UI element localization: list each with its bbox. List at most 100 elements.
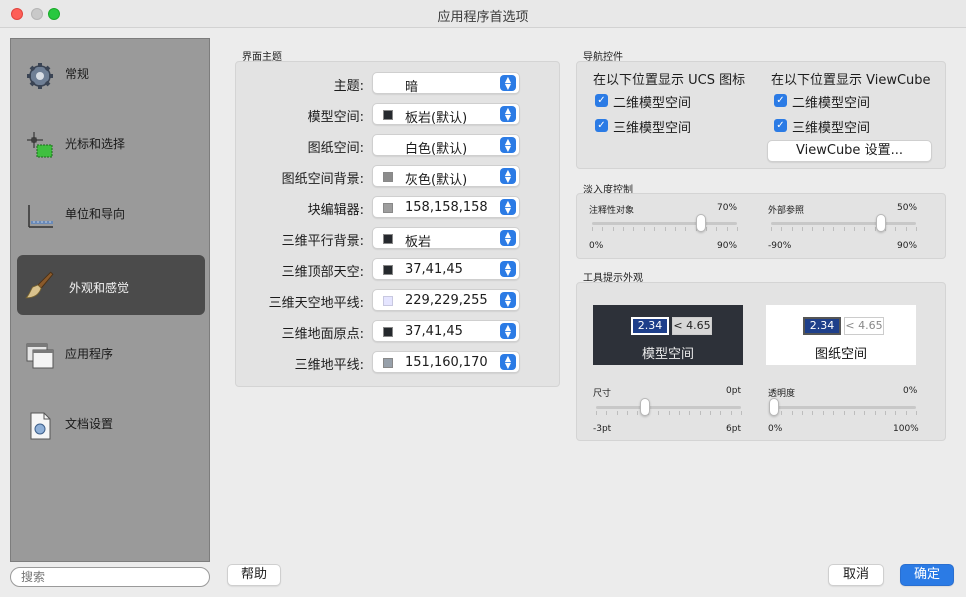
search-input[interactable] <box>10 567 210 587</box>
slider-tick <box>705 227 707 231</box>
window-title: 应用程序首选项 <box>437 10 529 25</box>
annotative-label: 注释性对象 <box>589 206 635 216</box>
slider-tick <box>678 411 680 415</box>
slider-tick <box>612 227 614 231</box>
3d-sky-horizon-dropdown[interactable]: 229,229,255 ▲ ▼ <box>372 289 520 311</box>
sidebar-item-application[interactable]: 应用程序 <box>17 325 205 385</box>
block-editor-dropdown[interactable]: 158,158,158 ▲ ▼ <box>372 196 520 218</box>
theme-dropdown[interactable]: 暗 ▲ ▼ <box>372 72 520 95</box>
3d-parallel-background-label: 三维平行背景: <box>281 234 364 249</box>
gear-icon <box>27 63 53 89</box>
viewcube-settings-button[interactable]: ViewCube 设置... <box>767 140 932 162</box>
slider-tick <box>812 227 814 231</box>
document-icon <box>30 412 51 440</box>
preview-value: 2.34 <box>803 317 841 335</box>
dropdown-value: 158,158,158 <box>405 200 488 215</box>
cancel-button[interactable]: 取消 <box>828 564 884 586</box>
paper-space-preview: 2.34 < 4.65 图纸空间 <box>766 305 916 365</box>
slider-tick <box>637 411 639 415</box>
slider-tick <box>802 411 804 415</box>
transparency-max: 100% <box>893 424 919 434</box>
size-max: 6pt <box>726 424 741 434</box>
sidebar-item-document-settings[interactable]: 文档设置 <box>17 395 205 455</box>
3d-sky-horizon-label: 三维天空地平线: <box>268 296 364 311</box>
slider-tick <box>874 411 876 415</box>
sidebar-item-general[interactable]: 常规 <box>17 45 205 105</box>
slider-tick <box>802 227 804 231</box>
slider-thumb[interactable] <box>640 398 650 416</box>
theme-label: 主题: <box>333 79 364 94</box>
slider-tick <box>864 411 866 415</box>
dropdown-value: 灰色(默认) <box>405 173 468 188</box>
sidebar: 常规 光标和选择 单位和导向 外观和感觉 应用程序 文档设置 <box>10 38 210 562</box>
slider-tick <box>843 411 845 415</box>
paper-background-dropdown[interactable]: 灰色(默认) ▲ ▼ <box>372 165 520 188</box>
slider-tick <box>606 411 608 415</box>
slider-tick <box>812 411 814 415</box>
brush-icon <box>25 271 54 299</box>
viewcube-2d-label: 二维模型空间 <box>792 96 871 111</box>
size-min: -3pt <box>593 424 612 434</box>
slider-thumb[interactable] <box>769 398 779 416</box>
preview-tooltip: < 4.65 <box>844 317 884 335</box>
chevron-updown-icon: ▲ ▼ <box>500 137 516 153</box>
sidebar-item-label: 应用程序 <box>65 347 114 361</box>
dropdown-value: 暗 <box>405 80 419 95</box>
slider-tick <box>633 227 635 231</box>
paper-space-dropdown[interactable]: 白色(默认) ▲ ▼ <box>372 134 520 157</box>
3d-ground-origin-dropdown[interactable]: 37,41,45 ▲ ▼ <box>372 320 520 342</box>
preview-tooltip: < 4.65 <box>672 317 712 335</box>
viewcube-3d-checkbox[interactable]: ✓ <box>774 119 787 132</box>
chevron-updown-icon: ▲ ▼ <box>500 199 516 215</box>
model-space-dropdown[interactable]: 板岩(默认) ▲ ▼ <box>372 103 520 126</box>
dropdown-value: 板岩(默认) <box>405 111 468 126</box>
sidebar-item-appearance[interactable]: 外观和感觉 <box>17 255 205 315</box>
slider-tick <box>822 411 824 415</box>
viewcube-2d-checkbox[interactable]: ✓ <box>774 94 787 107</box>
help-button[interactable]: 帮助 <box>227 564 281 586</box>
slider-tick <box>853 227 855 231</box>
sidebar-item-label: 文档设置 <box>65 417 114 431</box>
model-space-preview: 2.34 < 4.65 模型空间 <box>593 305 743 365</box>
slider-tick <box>905 227 907 231</box>
slider-tick <box>916 411 917 415</box>
chevron-updown-icon: ▲ ▼ <box>500 323 516 339</box>
chevron-updown-icon: ▲ ▼ <box>500 261 516 277</box>
slider-tick <box>895 411 897 415</box>
cursor-select-icon <box>27 132 53 158</box>
slider-thumb[interactable] <box>696 214 706 232</box>
ucs-3d-label: 三维模型空间 <box>613 121 692 136</box>
dropdown-value: 白色(默认) <box>405 142 468 157</box>
3d-top-sky-dropdown[interactable]: 37,41,45 ▲ ▼ <box>372 258 520 280</box>
slider-tick <box>895 227 897 231</box>
slider-tick <box>602 227 604 231</box>
chevron-updown-icon: ▲ ▼ <box>500 292 516 308</box>
slider-tick <box>833 227 835 231</box>
slider-tick <box>658 411 660 415</box>
annotative-max: 90% <box>717 241 738 251</box>
chevron-updown-icon: ▲ ▼ <box>500 168 516 184</box>
slider-thumb[interactable] <box>876 214 886 232</box>
slider-tick <box>781 227 783 231</box>
slider-tick <box>822 227 824 231</box>
slider-tick <box>741 411 742 415</box>
3d-ground-horizon-dropdown[interactable]: 151,160,170 ▲ ▼ <box>372 351 520 373</box>
ucs-3d-checkbox[interactable]: ✓ <box>595 119 608 132</box>
size-label: 尺寸 <box>593 389 612 399</box>
sidebar-item-cursor-selection[interactable]: 光标和选择 <box>17 115 205 175</box>
paper-space-label: 图纸空间: <box>307 141 364 156</box>
slider-tick <box>864 227 866 231</box>
slider-tick <box>654 227 656 231</box>
xref-value: 50% <box>897 203 918 213</box>
slider-tick <box>668 411 670 415</box>
ucs-2d-checkbox[interactable]: ✓ <box>595 94 608 107</box>
3d-top-sky-label: 三维顶部天空: <box>281 265 364 280</box>
ok-button[interactable]: 确定 <box>900 564 954 586</box>
sidebar-item-label: 单位和导向 <box>65 207 126 221</box>
3d-parallel-background-dropdown[interactable]: 板岩 ▲ ▼ <box>372 227 520 250</box>
3d-ground-origin-label: 三维地面原点: <box>281 327 364 342</box>
slider-tick <box>781 411 783 415</box>
chevron-updown-icon: ▲ ▼ <box>500 106 516 122</box>
sidebar-item-units-guides[interactable]: 单位和导向 <box>17 185 205 245</box>
slider-tick <box>843 227 845 231</box>
